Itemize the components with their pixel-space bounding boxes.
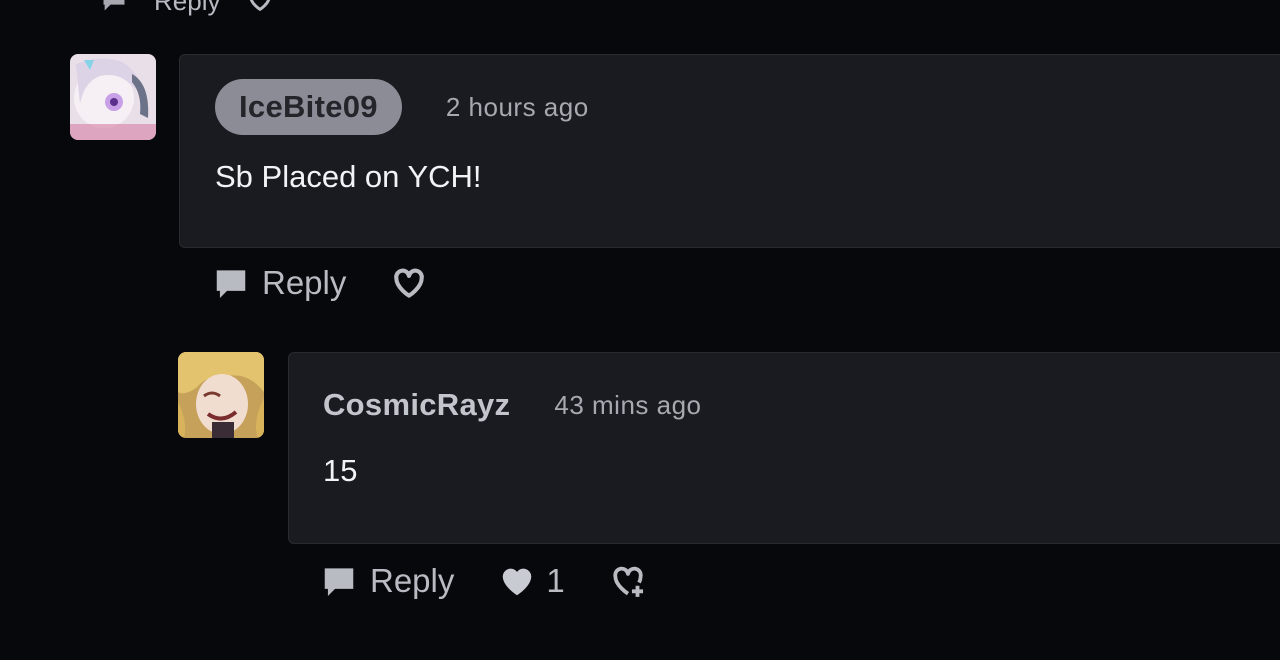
reply-button[interactable]: Reply (212, 264, 346, 302)
comment-thread: Reply IceBite09 2 hours ago Sb Placed on… (0, 0, 1280, 660)
avatar-image (178, 352, 264, 438)
avatar-cosmicrayz[interactable] (178, 352, 264, 438)
speech-bubble-icon (103, 0, 125, 11)
react-button[interactable] (609, 562, 647, 600)
reply-comment-card: CosmicRayz 43 mins ago 15 (288, 352, 1280, 544)
username-link[interactable]: CosmicRayz (323, 387, 510, 423)
speech-bubble-icon (212, 264, 250, 302)
heart-icon (250, 0, 271, 12)
previous-reply-button[interactable] (100, 0, 128, 21)
avatar-image (70, 54, 156, 140)
heart-icon (498, 562, 536, 600)
reply-label: Reply (262, 264, 347, 301)
like-button[interactable]: 1 (498, 562, 565, 600)
timestamp: 2 hours ago (445, 91, 589, 122)
avatar-icebite09[interactable] (70, 54, 156, 140)
comment-text: Sb Placed on YCH! (215, 159, 482, 194)
comment-meta: IceBite09 2 hours ago (215, 79, 589, 135)
reply-comment-actions: Reply 1 (320, 562, 647, 600)
reply-label: Reply (370, 562, 455, 599)
like-button[interactable] (390, 264, 440, 302)
heart-plus-icon (609, 562, 647, 600)
previous-like-button[interactable] (246, 0, 274, 21)
comment-actions: Reply (212, 264, 440, 302)
comment-meta: CosmicRayz 43 mins ago (323, 387, 702, 423)
previous-comment-actions: Reply (100, 0, 274, 21)
previous-reply-label[interactable]: Reply (154, 0, 220, 21)
like-count: 1 (546, 562, 565, 599)
speech-bubble-icon (320, 562, 358, 600)
timestamp: 43 mins ago (554, 389, 702, 420)
username-badge[interactable]: IceBite09 (215, 79, 402, 135)
reply-button[interactable]: Reply (320, 562, 454, 600)
comment-card: IceBite09 2 hours ago Sb Placed on YCH! (179, 54, 1280, 248)
comment-text: 15 (323, 453, 358, 488)
heart-icon (390, 264, 428, 302)
